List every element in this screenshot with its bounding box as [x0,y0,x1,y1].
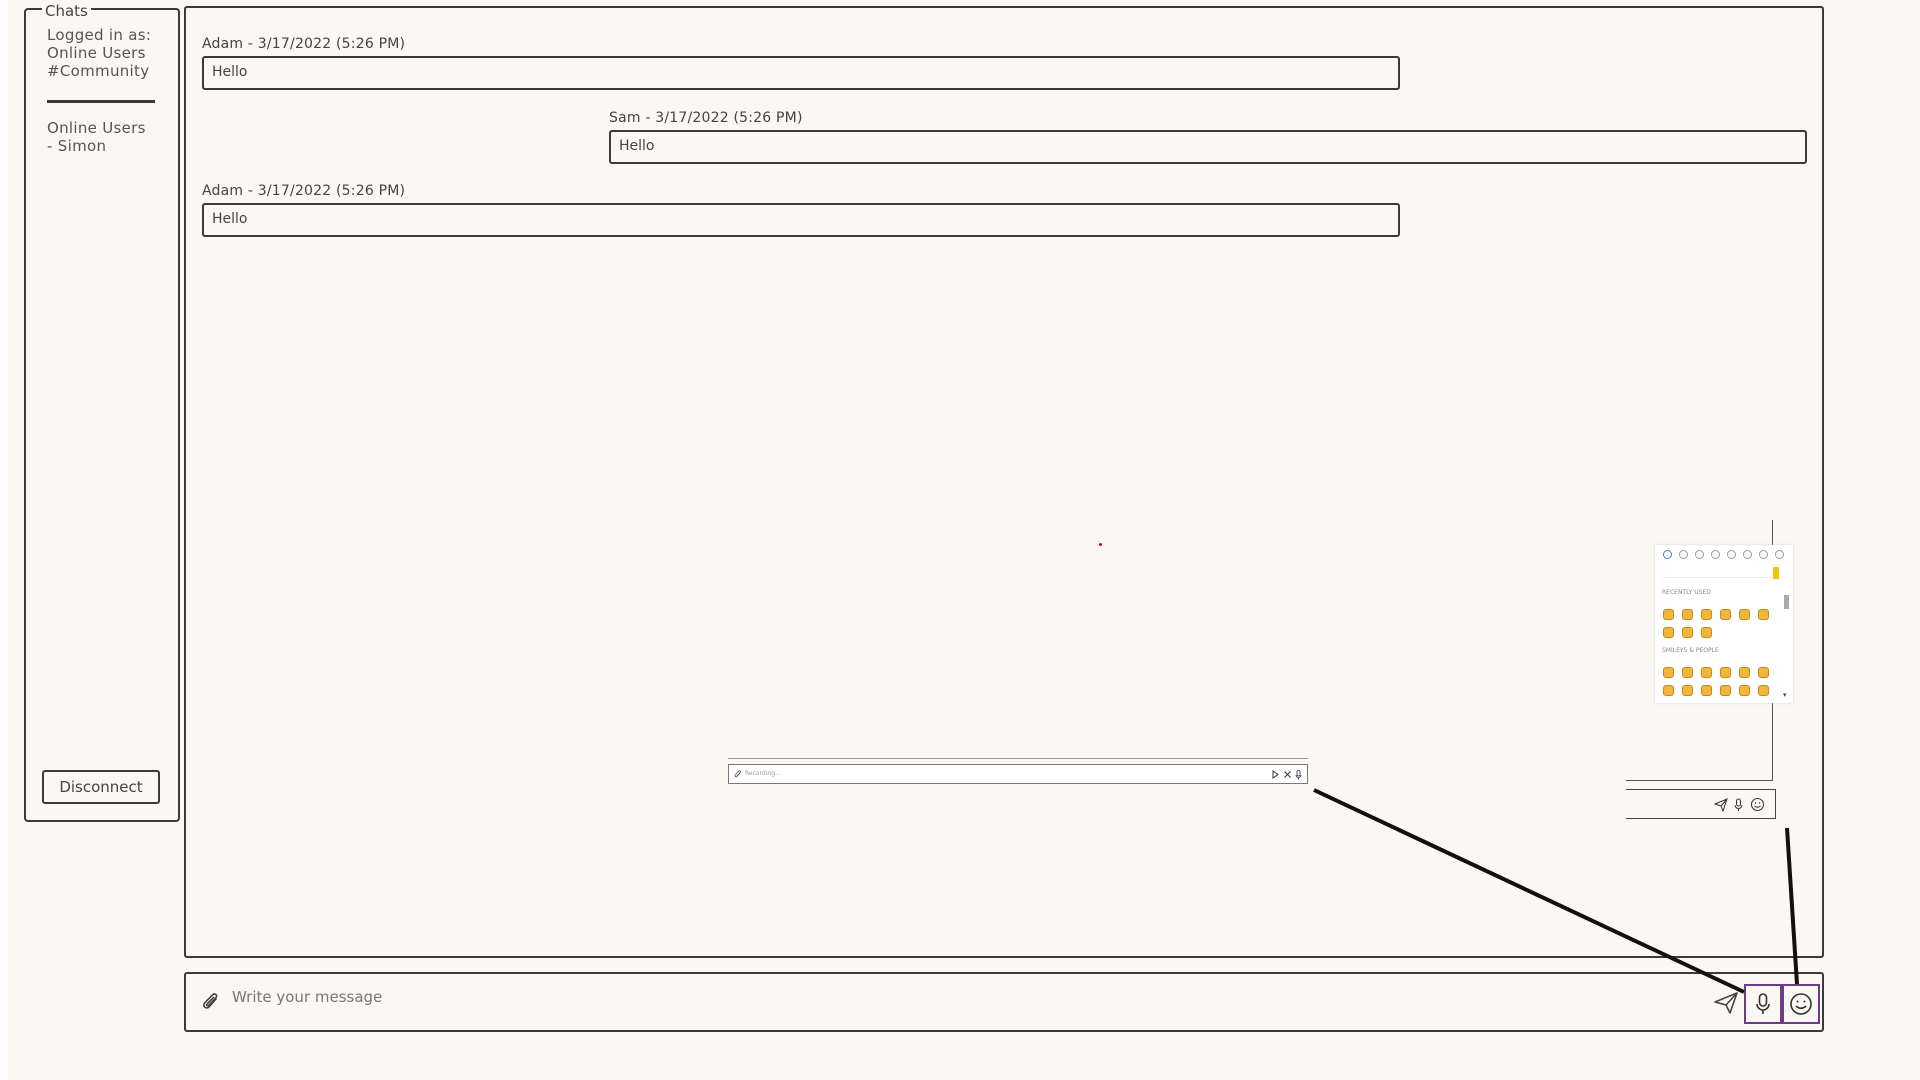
emoji-item[interactable] [1682,685,1693,696]
mini-composer-preview [1626,789,1776,819]
logged-in-user: Online Users [47,44,146,62]
recently-used-label: RECENTLY USED [1662,589,1711,596]
message-meta: Sam - 3/17/2022 (5:26 PM) [609,110,803,126]
microphone-button[interactable] [1744,984,1782,1024]
emoji-button[interactable] [1782,984,1820,1024]
emoji-item[interactable] [1739,667,1750,678]
close-icon[interactable] [1283,770,1292,779]
smiley-icon [1790,993,1812,1015]
message-bubble: Hello [609,130,1807,164]
emoji-item[interactable] [1663,609,1674,620]
emoji-item[interactable] [1682,667,1693,678]
send-icon[interactable] [1714,992,1738,1014]
recording-divider [728,758,1308,759]
emoji-item[interactable] [1701,685,1712,696]
channel-link[interactable]: #Community [47,62,149,80]
message-composer [184,972,1824,1032]
emoji-accent-swatch [1773,567,1779,579]
sketch-line [1772,520,1773,546]
emoji-item[interactable] [1720,667,1731,678]
microphone-icon[interactable] [1734,798,1743,812]
emoji-tab-icon[interactable] [1679,550,1688,559]
emoji-item[interactable] [1720,685,1731,696]
emoji-item[interactable] [1720,609,1731,620]
paperclip-icon[interactable] [202,992,222,1016]
emoji-item[interactable] [1682,609,1693,620]
recording-status-text: Recording... [745,770,781,777]
microphone-icon[interactable] [1295,770,1302,780]
emoji-tab-icon[interactable] [1727,550,1736,559]
microphone-icon [1756,993,1770,1014]
scroll-down-icon[interactable]: ▾ [1783,691,1787,699]
play-icon[interactable] [1271,770,1280,779]
emoji-tab-icon[interactable] [1759,550,1768,559]
emoji-search-input[interactable] [1661,565,1771,578]
emoji-picker-preview[interactable]: RECENTLY USED SMILEYS & PEOPLE ▾ [1655,545,1793,703]
emoji-item[interactable] [1701,627,1712,638]
emoji-item[interactable] [1682,627,1693,638]
logged-in-label: Logged in as: [47,26,152,44]
message-bubble: Hello [202,56,1400,90]
emoji-scrollbar[interactable] [1784,595,1789,609]
paperclip-icon [734,770,741,778]
sidebar-divider [47,100,155,103]
emoji-item[interactable] [1701,609,1712,620]
smiley-icon[interactable] [1750,797,1765,812]
disconnect-button[interactable]: Disconnect [42,770,160,804]
message-meta: Adam - 3/17/2022 (5:26 PM) [202,183,406,199]
sidebar-title: Chats [42,2,91,20]
emoji-item[interactable] [1701,667,1712,678]
send-icon[interactable] [1714,798,1728,812]
online-user-item[interactable]: - Simon [47,137,106,155]
emoji-item[interactable] [1663,627,1674,638]
emoji-item[interactable] [1663,685,1674,696]
emoji-tab-icon[interactable] [1711,550,1720,559]
emoji-item[interactable] [1739,685,1750,696]
sketch-line [1626,780,1773,781]
emoji-item[interactable] [1758,685,1769,696]
message-input[interactable] [230,984,1384,1010]
emoji-item[interactable] [1739,609,1750,620]
cursor-dot [1099,543,1102,546]
emoji-item[interactable] [1758,609,1769,620]
emoji-tab-icon[interactable] [1743,550,1752,559]
recording-bar-preview: Recording... [728,764,1308,784]
emoji-item[interactable] [1758,667,1769,678]
message-bubble: Hello [202,203,1400,237]
emoji-tab-icon[interactable] [1775,550,1784,559]
smileys-people-label: SMILEYS & PEOPLE [1662,647,1719,654]
online-users-heading: Online Users [47,119,146,137]
sketch-line [1772,703,1773,781]
message-meta: Adam - 3/17/2022 (5:26 PM) [202,36,406,52]
emoji-tab-icon[interactable] [1663,550,1672,559]
emoji-tab-icon[interactable] [1695,550,1704,559]
emoji-item[interactable] [1663,667,1674,678]
